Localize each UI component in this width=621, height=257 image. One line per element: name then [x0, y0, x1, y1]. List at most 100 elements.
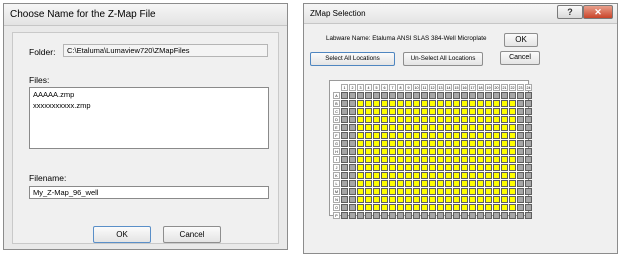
well-E24[interactable] [525, 124, 532, 131]
well-E16[interactable] [461, 124, 468, 131]
well-F24[interactable] [525, 132, 532, 139]
well-O14[interactable] [445, 204, 452, 211]
row-header-D[interactable]: D [333, 116, 340, 123]
well-H20[interactable] [493, 148, 500, 155]
well-J19[interactable] [485, 164, 492, 171]
well-H12[interactable] [429, 148, 436, 155]
well-G2[interactable] [349, 140, 356, 147]
well-P20[interactable] [493, 212, 500, 219]
well-F6[interactable] [381, 132, 388, 139]
well-C15[interactable] [453, 108, 460, 115]
well-C18[interactable] [477, 108, 484, 115]
well-F7[interactable] [389, 132, 396, 139]
well-B11[interactable] [421, 100, 428, 107]
row-header-P[interactable]: P [333, 212, 340, 219]
well-B24[interactable] [525, 100, 532, 107]
well-J24[interactable] [525, 164, 532, 171]
well-K23[interactable] [517, 172, 524, 179]
well-M15[interactable] [453, 188, 460, 195]
well-N19[interactable] [485, 196, 492, 203]
well-M1[interactable] [341, 188, 348, 195]
well-A5[interactable] [373, 92, 380, 99]
well-A6[interactable] [381, 92, 388, 99]
well-A21[interactable] [501, 92, 508, 99]
well-B6[interactable] [381, 100, 388, 107]
well-K12[interactable] [429, 172, 436, 179]
well-E13[interactable] [437, 124, 444, 131]
well-G6[interactable] [381, 140, 388, 147]
column-header-19[interactable]: 19 [485, 84, 492, 91]
well-J1[interactable] [341, 164, 348, 171]
well-E1[interactable] [341, 124, 348, 131]
column-header-13[interactable]: 13 [437, 84, 444, 91]
well-C1[interactable] [341, 108, 348, 115]
well-J11[interactable] [421, 164, 428, 171]
row-header-K[interactable]: K [333, 172, 340, 179]
well-C4[interactable] [365, 108, 372, 115]
well-M22[interactable] [509, 188, 516, 195]
well-O24[interactable] [525, 204, 532, 211]
well-G20[interactable] [493, 140, 500, 147]
well-E19[interactable] [485, 124, 492, 131]
well-H3[interactable] [357, 148, 364, 155]
filename-input[interactable]: My_Z-Map_96_well [29, 186, 269, 199]
well-B13[interactable] [437, 100, 444, 107]
well-K14[interactable] [445, 172, 452, 179]
well-L20[interactable] [493, 180, 500, 187]
well-D7[interactable] [389, 116, 396, 123]
unselect-all-locations-button[interactable]: Un-Select All Locations [403, 52, 483, 66]
well-F2[interactable] [349, 132, 356, 139]
well-P22[interactable] [509, 212, 516, 219]
well-O6[interactable] [381, 204, 388, 211]
well-A2[interactable] [349, 92, 356, 99]
well-I9[interactable] [405, 156, 412, 163]
well-B19[interactable] [485, 100, 492, 107]
well-J2[interactable] [349, 164, 356, 171]
well-D6[interactable] [381, 116, 388, 123]
column-header-9[interactable]: 9 [405, 84, 412, 91]
well-G13[interactable] [437, 140, 444, 147]
well-G8[interactable] [397, 140, 404, 147]
well-P24[interactable] [525, 212, 532, 219]
well-K2[interactable] [349, 172, 356, 179]
well-N12[interactable] [429, 196, 436, 203]
well-F22[interactable] [509, 132, 516, 139]
well-M21[interactable] [501, 188, 508, 195]
row-header-N[interactable]: N [333, 196, 340, 203]
well-D15[interactable] [453, 116, 460, 123]
well-G10[interactable] [413, 140, 420, 147]
well-J5[interactable] [373, 164, 380, 171]
well-N14[interactable] [445, 196, 452, 203]
well-O8[interactable] [397, 204, 404, 211]
cancel-button[interactable]: Cancel [500, 51, 540, 65]
well-G23[interactable] [517, 140, 524, 147]
well-L14[interactable] [445, 180, 452, 187]
well-K9[interactable] [405, 172, 412, 179]
well-J20[interactable] [493, 164, 500, 171]
well-P1[interactable] [341, 212, 348, 219]
well-E20[interactable] [493, 124, 500, 131]
well-B17[interactable] [469, 100, 476, 107]
well-D12[interactable] [429, 116, 436, 123]
well-L7[interactable] [389, 180, 396, 187]
well-A16[interactable] [461, 92, 468, 99]
well-C14[interactable] [445, 108, 452, 115]
well-A23[interactable] [517, 92, 524, 99]
well-H2[interactable] [349, 148, 356, 155]
well-A4[interactable] [365, 92, 372, 99]
well-F16[interactable] [461, 132, 468, 139]
well-G7[interactable] [389, 140, 396, 147]
well-I2[interactable] [349, 156, 356, 163]
well-P13[interactable] [437, 212, 444, 219]
column-header-20[interactable]: 20 [493, 84, 500, 91]
well-O17[interactable] [469, 204, 476, 211]
well-M18[interactable] [477, 188, 484, 195]
well-M8[interactable] [397, 188, 404, 195]
well-G22[interactable] [509, 140, 516, 147]
well-E15[interactable] [453, 124, 460, 131]
well-I4[interactable] [365, 156, 372, 163]
well-G14[interactable] [445, 140, 452, 147]
well-N15[interactable] [453, 196, 460, 203]
well-M9[interactable] [405, 188, 412, 195]
well-P23[interactable] [517, 212, 524, 219]
